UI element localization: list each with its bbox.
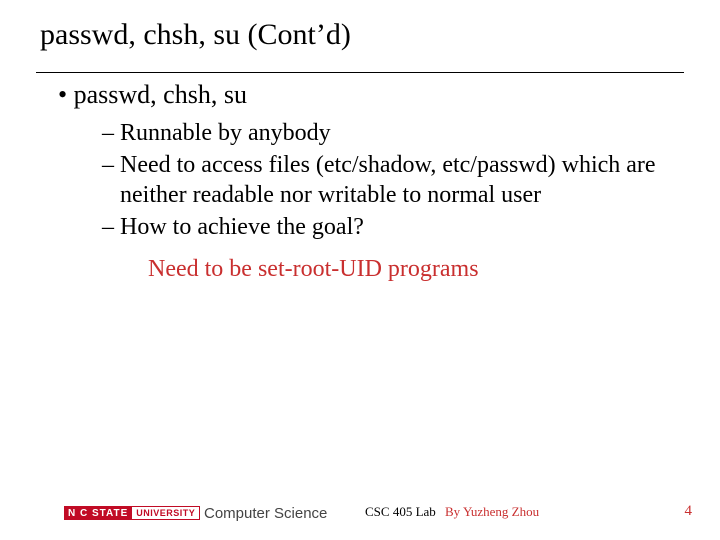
bullet-level2: How to achieve the goal? bbox=[102, 212, 684, 242]
slide-title: passwd, chsh, su (Cont’d) bbox=[40, 18, 351, 52]
department-label: Computer Science bbox=[204, 505, 327, 522]
bullet-level2: Runnable by anybody bbox=[102, 118, 684, 148]
author-label: By Yuzheng Zhou bbox=[445, 504, 539, 520]
ncsu-logo: N C STATE UNIVERSITY bbox=[64, 506, 196, 520]
bullet-level1: passwd, chsh, su bbox=[58, 80, 684, 110]
answer-text: Need to be set-root-UID programs bbox=[148, 256, 684, 283]
page-number: 4 bbox=[685, 503, 693, 520]
bullet-level2: Need to access files (etc/shadow, etc/pa… bbox=[102, 150, 684, 210]
logo-red-segment: N C STATE bbox=[64, 506, 132, 520]
slide: passwd, chsh, su (Cont’d) passwd, chsh, … bbox=[0, 0, 720, 540]
course-label: CSC 405 Lab bbox=[365, 504, 436, 520]
slide-body: passwd, chsh, su Runnable by anybody Nee… bbox=[58, 80, 684, 283]
title-underline bbox=[36, 72, 684, 73]
logo-white-segment: UNIVERSITY bbox=[132, 506, 200, 520]
sub-bullets: Runnable by anybody Need to access files… bbox=[102, 118, 684, 283]
footer: N C STATE UNIVERSITY Computer Science CS… bbox=[0, 498, 720, 520]
